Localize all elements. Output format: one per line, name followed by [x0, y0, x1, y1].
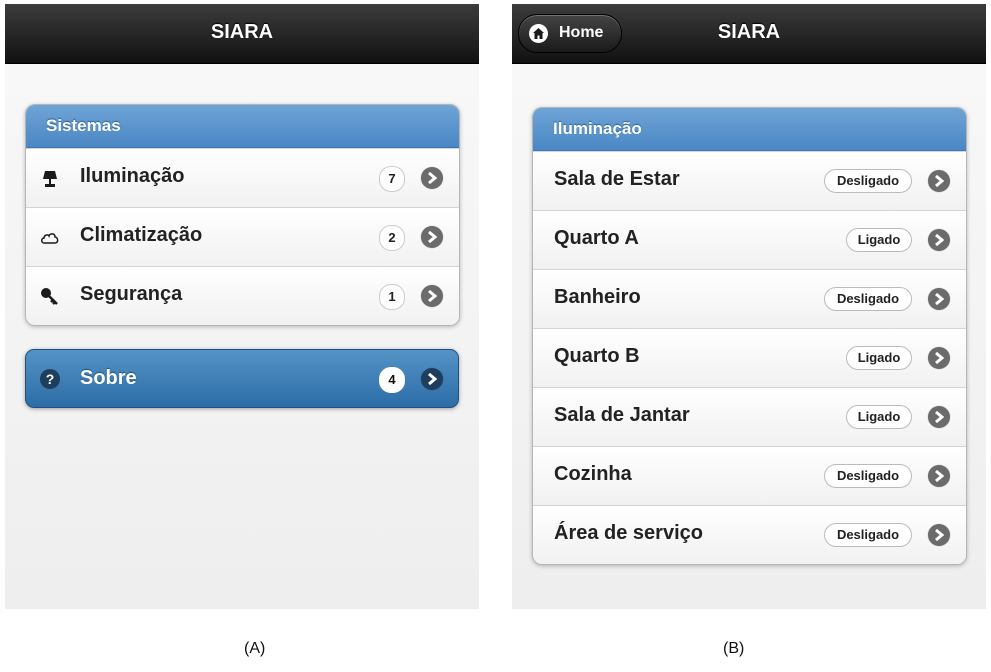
count-bubble: 1: [379, 284, 405, 310]
list-item-banheiro[interactable]: Banheiro Desligado: [533, 269, 966, 328]
lighting-list: Iluminação Sala de Estar Desligado Quart…: [532, 107, 967, 565]
header-title: SIARA: [210, 21, 274, 43]
list-item-quarto-b[interactable]: Quarto B Ligado: [533, 328, 966, 387]
chevron-right-icon: [928, 524, 950, 546]
item-label: Sala de Jantar: [554, 404, 690, 426]
cloud-icon: [40, 228, 60, 248]
systems-list: Sistemas Iluminação 7 Climatização 2 Seg…: [25, 104, 460, 326]
status-badge: Desligado: [824, 287, 912, 311]
item-label: Climatização: [80, 224, 203, 246]
list-item-sala-de-jantar[interactable]: Sala de Jantar Ligado: [533, 387, 966, 446]
status-badge: Ligado: [846, 228, 912, 252]
screen-a: SIARA Sistemas Iluminação 7 Climatização…: [5, 4, 479, 609]
chevron-right-icon: [421, 368, 443, 390]
chevron-right-icon: [421, 285, 443, 307]
chevron-right-icon: [928, 229, 950, 251]
item-label: Cozinha: [554, 463, 632, 485]
caption-a: (A): [244, 640, 266, 657]
app-header: SIARA: [5, 4, 479, 64]
about-button[interactable]: ? Sobre 4: [25, 349, 459, 408]
item-label: Área de serviço: [554, 522, 703, 544]
status-badge: Desligado: [824, 169, 912, 193]
list-item-area-de-servico[interactable]: Área de serviço Desligado: [533, 505, 966, 564]
lamp-icon: [40, 169, 60, 189]
caption-b: (B): [723, 640, 745, 657]
chevron-right-icon: [928, 288, 950, 310]
list-header: Sistemas: [26, 105, 459, 148]
list-item-cozinha[interactable]: Cozinha Desligado: [533, 446, 966, 505]
count-bubble: 7: [379, 166, 405, 192]
item-label: Segurança: [80, 283, 183, 305]
chevron-right-icon: [421, 167, 443, 189]
status-badge: Desligado: [824, 464, 912, 488]
list-header: Iluminação: [533, 108, 966, 151]
chevron-right-icon: [421, 226, 443, 248]
list-item-climatizacao[interactable]: Climatização 2: [26, 207, 459, 266]
item-label: Banheiro: [554, 286, 641, 308]
list-item-iluminacao[interactable]: Iluminação 7: [26, 148, 459, 207]
count-bubble: 2: [379, 225, 405, 251]
status-badge: Desligado: [824, 523, 912, 547]
list-item-sala-de-estar[interactable]: Sala de Estar Desligado: [533, 151, 966, 210]
chevron-right-icon: [928, 347, 950, 369]
count-bubble: 4: [379, 367, 405, 393]
about-label: Sobre: [80, 367, 137, 389]
item-label: Quarto B: [554, 345, 640, 367]
status-badge: Ligado: [846, 346, 912, 370]
status-badge: Ligado: [846, 405, 912, 429]
list-item-seguranca[interactable]: Segurança 1: [26, 266, 459, 325]
key-icon: [40, 287, 60, 307]
header-title: SIARA: [717, 21, 781, 43]
help-icon: ?: [40, 369, 60, 389]
item-label: Iluminação: [80, 165, 185, 187]
list-item-quarto-a[interactable]: Quarto A Ligado: [533, 210, 966, 269]
app-header: Home SIARA: [512, 4, 986, 64]
chevron-right-icon: [928, 406, 950, 428]
chevron-right-icon: [928, 465, 950, 487]
item-label: Quarto A: [554, 227, 639, 249]
chevron-right-icon: [928, 170, 950, 192]
item-label: Sala de Estar: [554, 168, 680, 190]
screen-b: Home SIARA Iluminação Sala de Estar Desl…: [512, 4, 986, 609]
